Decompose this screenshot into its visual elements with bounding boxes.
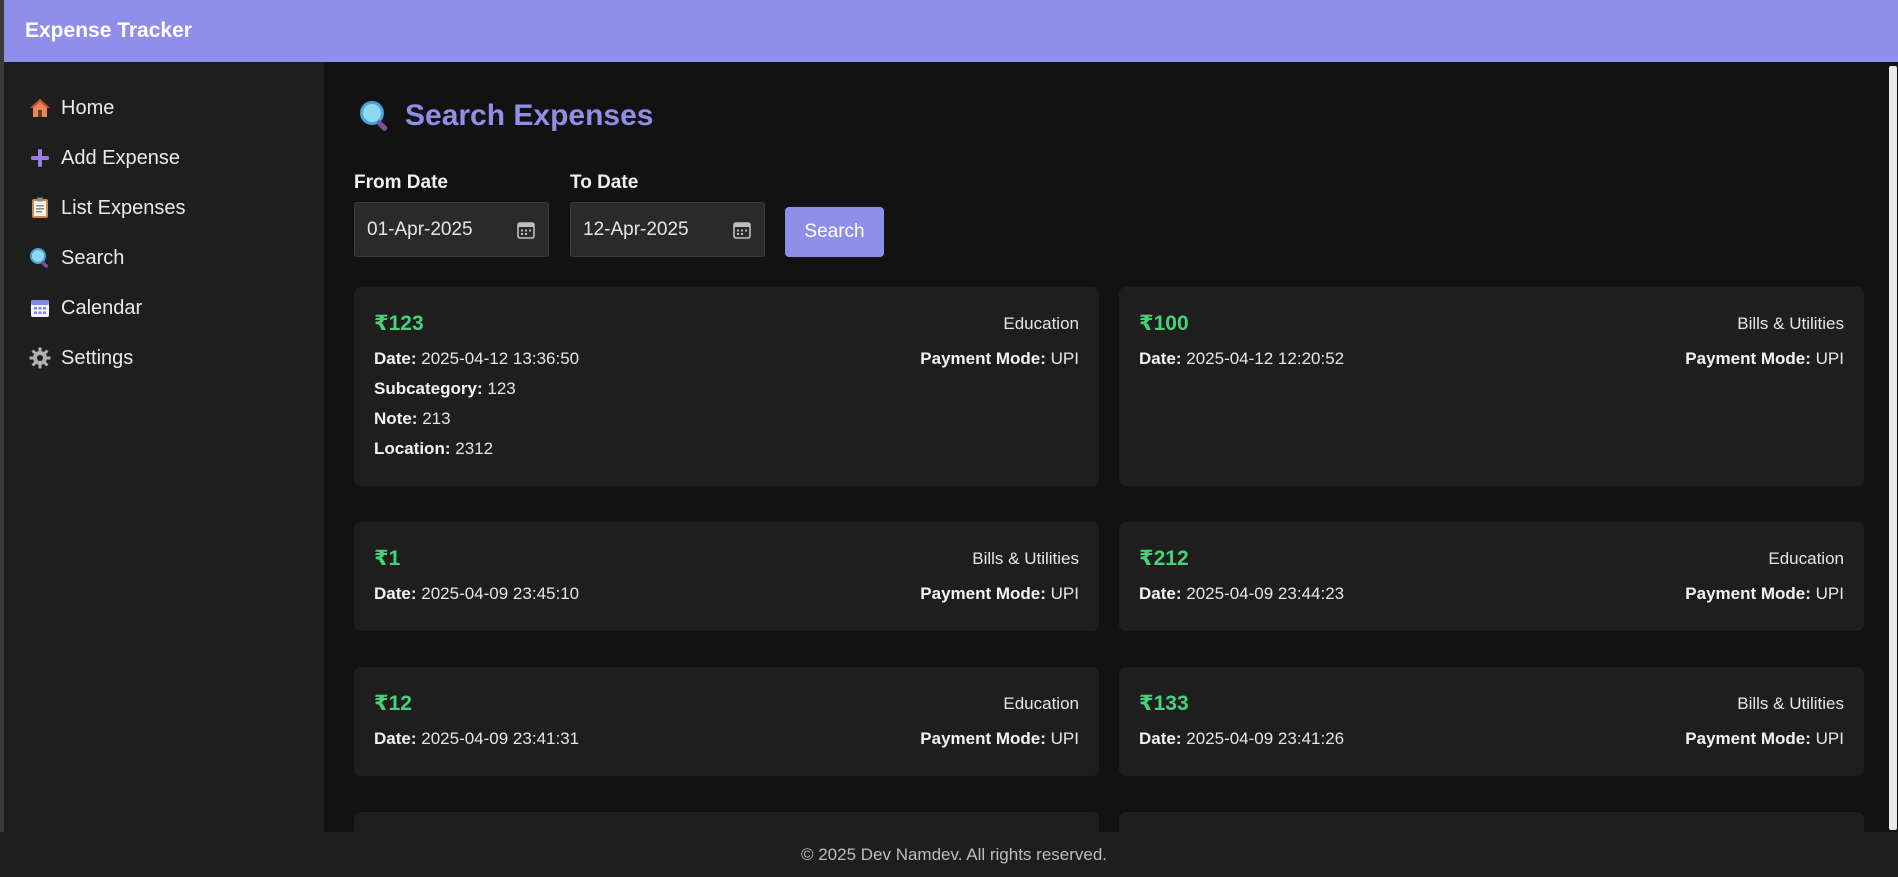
expense-category: Bills & Utilities (1737, 693, 1844, 713)
expense-card-partial[interactable] (1119, 812, 1864, 832)
main-content: Search Expenses From Date 01-Apr-2025 To… (324, 62, 1874, 832)
expense-amount: ₹133 (1139, 692, 1189, 715)
to-date-value: 12-Apr-2025 (583, 218, 689, 240)
app-header: Expense Tracker (4, 0, 1898, 62)
expense-payment-mode: Payment Mode: UPI (1685, 584, 1844, 603)
sidebar-item-list-expenses[interactable]: List Expenses (4, 183, 324, 233)
expense-date: Date: 2025-04-09 23:44:23 (1139, 584, 1345, 603)
expense-category: Bills & Utilities (972, 548, 1079, 568)
house-icon (27, 95, 53, 121)
expense-payment-mode: Payment Mode: UPI (920, 584, 1079, 603)
expense-payment-mode: Payment Mode: UPI (920, 349, 1079, 368)
sidebar: Home Add Expense List Expenses Search Ca… (4, 62, 324, 832)
expense-card[interactable]: ₹12 Education Date: 2025-04-09 23:41:31 … (354, 667, 1099, 776)
expense-subcategory: Subcategory: 123 (374, 379, 516, 398)
magnifier-icon (27, 245, 53, 271)
expense-date: Date: 2025-04-12 12:20:52 (1139, 349, 1345, 368)
to-date-input[interactable]: 12-Apr-2025 (570, 202, 765, 257)
expense-card[interactable]: ₹133 Bills & Utilities Date: 2025-04-09 … (1119, 667, 1864, 776)
sidebar-item-home[interactable]: Home (4, 83, 324, 133)
clipboard-icon (27, 195, 53, 221)
expense-date: Date: 2025-04-09 23:41:31 (374, 729, 580, 748)
expense-category: Bills & Utilities (1737, 313, 1844, 333)
expense-amount: ₹100 (1139, 312, 1189, 335)
sidebar-item-label: Calendar (61, 296, 143, 319)
expense-location: Location: 2312 (374, 439, 494, 458)
from-date-label: From Date (354, 172, 448, 193)
from-date-value: 01-Apr-2025 (367, 218, 473, 240)
page-title: Search Expenses (357, 98, 653, 134)
expense-date: Date: 2025-04-09 23:45:10 (374, 584, 580, 603)
calendar-picker-icon[interactable] (732, 220, 752, 240)
expense-date: Date: 2025-04-12 13:36:50 (374, 349, 580, 368)
from-date-input[interactable]: 01-Apr-2025 (354, 202, 549, 257)
expense-payment-mode: Payment Mode: UPI (920, 729, 1079, 748)
expense-amount: ₹1 (374, 547, 401, 570)
app-title: Expense Tracker (25, 19, 192, 42)
gear-icon (27, 345, 53, 371)
sidebar-item-label: Home (61, 96, 115, 119)
expense-card-partial[interactable] (354, 812, 1099, 832)
sidebar-item-add-expense[interactable]: Add Expense (4, 133, 324, 183)
page-title-text: Search Expenses (405, 99, 654, 132)
calendar-icon (27, 295, 53, 321)
expense-card[interactable]: ₹100 Bills & Utilities Date: 2025-04-12 … (1119, 287, 1864, 486)
sidebar-item-calendar[interactable]: Calendar (4, 283, 324, 333)
expense-category: Education (1003, 693, 1079, 713)
footer-text: © 2025 Dev Namdev. All rights reserved. (800, 844, 1108, 864)
expense-card[interactable]: ₹1 Bills & Utilities Date: 2025-04-09 23… (354, 522, 1099, 631)
expense-category: Education (1003, 313, 1079, 333)
sidebar-item-settings[interactable]: Settings (4, 333, 324, 383)
magnifier-icon (360, 101, 388, 131)
expense-amount: ₹212 (1139, 547, 1189, 570)
expense-card[interactable]: ₹123 Education Date: 2025-04-12 13:36:50… (354, 287, 1099, 486)
expense-category: Education (1768, 548, 1844, 568)
expense-amount: ₹12 (374, 692, 412, 715)
scrollbar-thumb[interactable] (1889, 66, 1897, 830)
sidebar-item-label: List Expenses (61, 196, 186, 219)
expense-payment-mode: Payment Mode: UPI (1685, 349, 1844, 368)
expense-amount: ₹123 (374, 312, 424, 335)
expense-card[interactable]: ₹212 Education Date: 2025-04-09 23:44:23… (1119, 522, 1864, 631)
expense-payment-mode: Payment Mode: UPI (1685, 729, 1844, 748)
sidebar-item-label: Settings (61, 346, 134, 369)
sidebar-item-search[interactable]: Search (4, 233, 324, 283)
expense-date: Date: 2025-04-09 23:41:26 (1139, 729, 1345, 748)
expense-note: Note: 213 (374, 409, 451, 428)
footer: © 2025 Dev Namdev. All rights reserved. (0, 832, 1898, 877)
to-date-label: To Date (570, 172, 639, 193)
sidebar-item-label: Add Expense (61, 146, 180, 169)
plus-icon (27, 145, 53, 171)
calendar-picker-icon[interactable] (516, 220, 536, 240)
sidebar-item-label: Search (61, 246, 125, 269)
search-button[interactable]: Search (785, 207, 884, 257)
